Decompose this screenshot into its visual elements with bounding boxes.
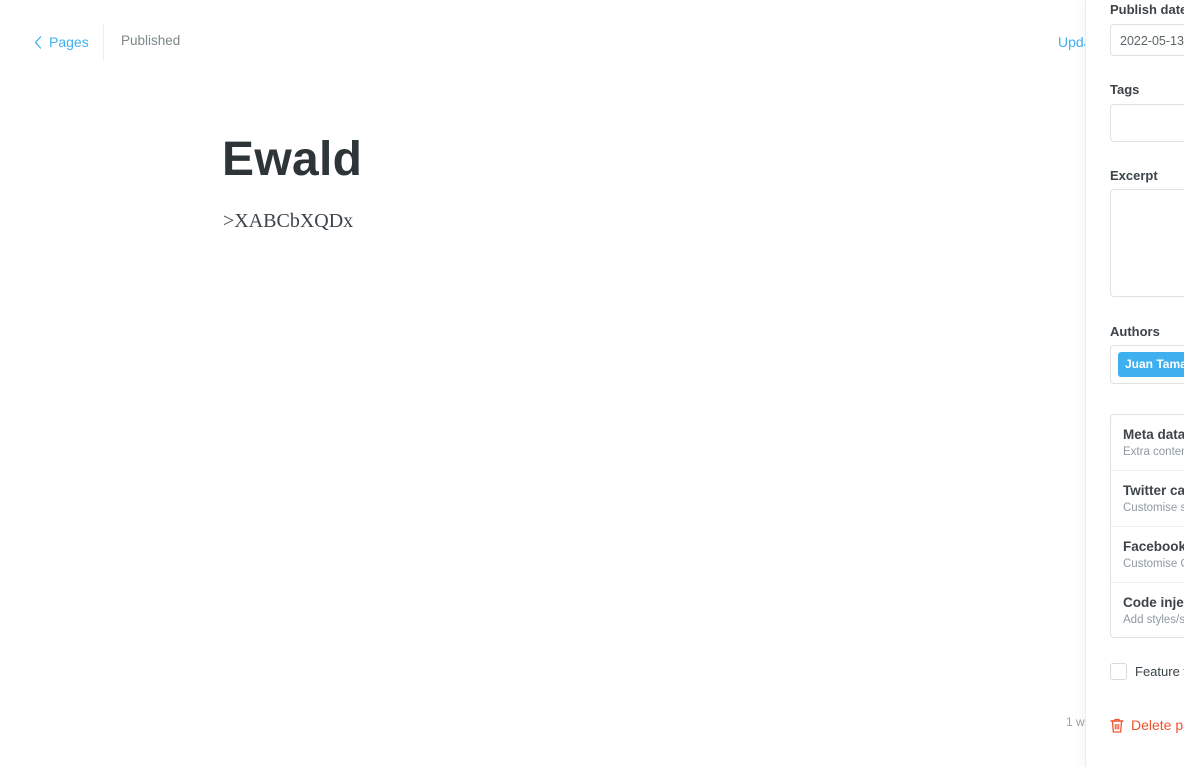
menu-item-desc: Extra content for search engines	[1123, 446, 1184, 458]
menu-item-title: Code injection	[1123, 595, 1184, 610]
authors-label: Authors	[1110, 324, 1160, 339]
back-link-label: Pages	[49, 34, 89, 50]
page-editor: Pages Published Update Ewald >XABCbXQDx …	[0, 0, 1184, 767]
trash-icon	[1110, 718, 1124, 733]
authors-input[interactable]: Juan Tamayo	[1110, 345, 1184, 384]
menu-item-twitter-card[interactable]: Twitter card Customise structured data f…	[1111, 471, 1184, 527]
back-to-pages-link[interactable]: Pages	[34, 32, 89, 52]
editor-pane: Pages Published Update Ewald >XABCbXQDx …	[0, 0, 1085, 767]
menu-item-facebook-card[interactable]: Facebook card Customise Open Graph data	[1111, 527, 1184, 583]
post-status: Published	[121, 33, 181, 48]
menu-item-desc: Add styles/scripts to the header and foo…	[1123, 614, 1184, 626]
delete-page-button[interactable]: Delete page	[1110, 717, 1184, 733]
menu-item-title: Facebook card	[1123, 539, 1184, 554]
tags-input[interactable]	[1110, 104, 1184, 142]
menu-item-desc: Customise structured data for Twitter	[1123, 502, 1184, 514]
feature-label: Feature this page	[1135, 664, 1184, 679]
menu-item-title: Meta data	[1123, 427, 1184, 442]
publish-date-input[interactable]: 2022-05-13	[1110, 24, 1184, 56]
word-count: 1 word	[1066, 715, 1085, 729]
menu-item-code-injection[interactable]: Code injection Add styles/scripts to the…	[1111, 583, 1184, 639]
excerpt-label: Excerpt	[1110, 168, 1158, 183]
topbar-divider	[103, 24, 104, 60]
tags-label: Tags	[1110, 82, 1140, 97]
feature-checkbox[interactable]	[1110, 663, 1127, 680]
menu-item-title: Twitter card	[1123, 483, 1184, 498]
delete-page-label: Delete page	[1131, 717, 1184, 733]
settings-sidebar: Publish date 2022-05-13 Tags Excerpt Aut…	[1085, 0, 1184, 767]
feature-page-toggle[interactable]: Feature this page	[1110, 663, 1184, 680]
post-title[interactable]: Ewald	[222, 131, 362, 189]
publish-date-label: Publish date	[1110, 2, 1184, 17]
post-body[interactable]: >XABCbXQDx	[223, 208, 353, 234]
author-chip[interactable]: Juan Tamayo	[1118, 352, 1184, 377]
menu-item-desc: Customise Open Graph data	[1123, 558, 1184, 570]
excerpt-textarea[interactable]	[1110, 189, 1184, 297]
update-button[interactable]: Update	[1058, 34, 1085, 50]
settings-menu: Meta data Extra content for search engin…	[1110, 414, 1184, 638]
chevron-left-icon	[34, 35, 42, 49]
menu-item-meta-data[interactable]: Meta data Extra content for search engin…	[1111, 415, 1184, 471]
editor-topbar: Pages Published Update	[0, 0, 1085, 84]
